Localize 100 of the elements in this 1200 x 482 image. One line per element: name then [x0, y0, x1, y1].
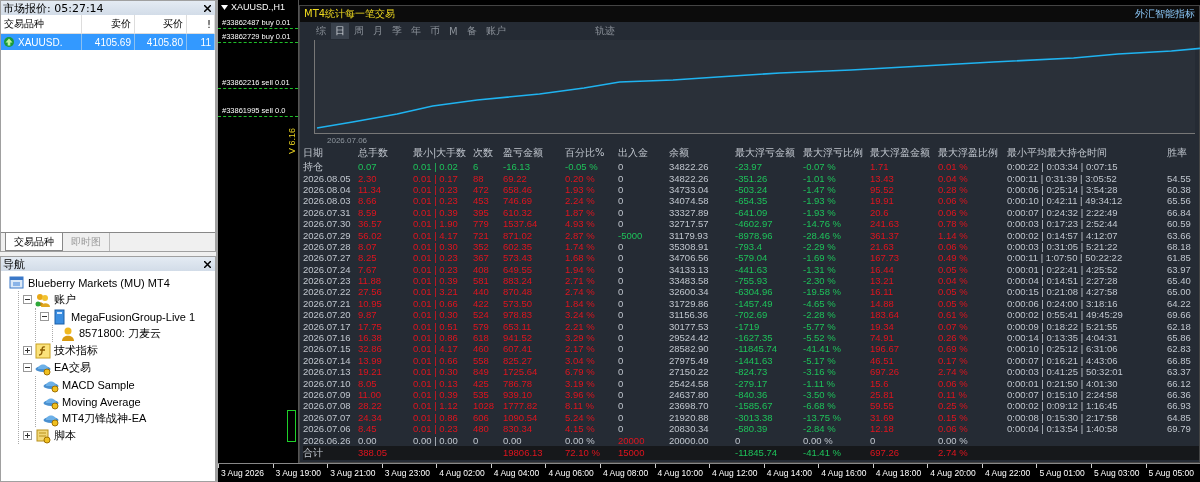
- table-cell-text: 241.63: [870, 218, 901, 230]
- table-cell-text: 524: [473, 309, 490, 321]
- table-cell-text: -840.36: [735, 389, 769, 400]
- table-cell-text: 653.11: [503, 320, 533, 332]
- table-cell-text: -41.41 %: [803, 447, 843, 459]
- table-cell-text: 0: [618, 377, 625, 389]
- table-cell-text: 7.67: [358, 263, 378, 275]
- period-button[interactable]: 综: [312, 23, 330, 39]
- table-cell-text: 0.01 | 4.17: [413, 229, 459, 241]
- table-cell-text: 30177.53: [669, 320, 710, 332]
- table-cell-text: 13.99: [358, 354, 383, 366]
- table-cell-text: 183.64: [870, 309, 901, 321]
- period-button[interactable]: 年: [407, 23, 425, 39]
- table-cell-text: 425: [473, 377, 490, 389]
- column-header[interactable]: !: [187, 15, 215, 33]
- date-cell-text: 2026.07.15: [303, 343, 352, 355]
- period-button[interactable]: 币: [426, 23, 444, 39]
- date-cell-text: 2026.07.22: [303, 286, 352, 298]
- candle: [287, 410, 296, 442]
- column-header[interactable]: 交易品种: [1, 15, 82, 33]
- period-button[interactable]: 账户: [481, 23, 510, 39]
- table-cell-text: 12.18: [870, 423, 895, 435]
- collapse-icon[interactable]: [23, 363, 32, 372]
- table-cell-text: -2.28 %: [803, 309, 837, 321]
- table-cell-text: 56.02: [358, 229, 383, 241]
- axis-label: 4 Aug 08:00: [602, 468, 649, 479]
- tree-item[interactable]: 脚本: [54, 428, 76, 443]
- period-button[interactable]: M: [445, 24, 462, 38]
- date-cell-text: 2026.07.23: [303, 275, 352, 287]
- table-cell-text: 0.25 %: [938, 400, 969, 412]
- table-cell-text: 1.94 %: [565, 263, 596, 275]
- tree-item[interactable]: 账户: [54, 292, 76, 307]
- track-button[interactable]: 轨迹: [590, 23, 619, 39]
- table-cell-text: 871.02: [503, 229, 534, 241]
- tree-item[interactable]: Blueberry Markets (MU) MT4: [28, 276, 170, 289]
- table-cell-text: 883.24: [503, 275, 534, 287]
- tab[interactable]: 交易品种: [5, 233, 63, 251]
- axis-label: 4 Aug 18:00: [875, 468, 922, 479]
- tree-item[interactable]: MACD Sample: [62, 378, 135, 391]
- table-cell-text: 0: [618, 297, 625, 309]
- table-cell-text: -1457.49: [735, 297, 774, 309]
- table-cell-text: 19.34: [870, 320, 895, 332]
- column-header: 胜率: [1167, 146, 1188, 160]
- table-cell-text: 16.38: [358, 332, 383, 344]
- chart-tab[interactable]: XAUUSD.,H1: [218, 0, 298, 14]
- panel-title: 导航: [3, 256, 25, 272]
- period-button[interactable]: 月: [369, 23, 387, 39]
- table-cell-text: 0.11 %: [938, 389, 968, 400]
- table-cell-text: 395: [473, 206, 490, 218]
- close-icon[interactable]: [204, 4, 211, 12]
- table-cell-text: 0.15 %: [938, 411, 969, 423]
- period-button[interactable]: 日: [331, 23, 349, 39]
- table-cell-text: 618: [473, 332, 490, 344]
- collapse-icon[interactable]: [23, 295, 32, 304]
- table-cell-text: 0.01 | 0.39: [413, 206, 459, 218]
- column-header[interactable]: 卖价: [82, 15, 135, 33]
- tree-item[interactable]: 8571800: 刀麦云: [79, 326, 161, 341]
- tree-item[interactable]: MT4刀锋战神-EA: [62, 411, 147, 426]
- tree-item[interactable]: Moving Average: [62, 395, 141, 408]
- table-cell-text: -14.76 %: [803, 218, 843, 230]
- table-cell-text: 63.66: [1167, 229, 1192, 241]
- table-cell-text: 34733.04: [669, 183, 710, 195]
- table-cell-text: 32.86: [358, 343, 383, 355]
- table-cell-text: 0.07: [358, 161, 378, 173]
- column-header: 最小|大手数: [413, 146, 468, 160]
- table-cell-text: -351.26: [735, 172, 769, 184]
- expand-icon[interactable]: [23, 431, 32, 440]
- tree-item[interactable]: MegaFusionGroup-Live 1: [71, 310, 196, 323]
- collapse-icon[interactable]: [40, 312, 49, 321]
- table-cell-text: 61.85: [1167, 252, 1192, 264]
- table-cell-text: -41.41 %: [803, 343, 843, 355]
- table-cell-text: 6: [473, 161, 480, 173]
- axis-label: 4 Aug 10:00: [657, 468, 703, 479]
- period-button[interactable]: 季: [388, 23, 406, 39]
- table-cell-text: 34822.26: [669, 172, 710, 184]
- table-cell-text: -702.69: [735, 309, 769, 321]
- tree-item[interactable]: 技术指标: [54, 343, 98, 358]
- table-cell-text: 2.21 %: [565, 320, 596, 332]
- version-label: V 6.16: [287, 128, 297, 155]
- table-cell-text: 573.50: [503, 297, 534, 309]
- axis-label: 4 Aug 22:00: [984, 468, 1031, 479]
- table-cell-text: 62.18: [1167, 320, 1192, 332]
- close-icon[interactable]: [204, 260, 211, 268]
- table-cell-text: -3013.38: [735, 411, 774, 423]
- period-button[interactable]: 周: [350, 23, 368, 39]
- period-button[interactable]: 备: [462, 23, 481, 39]
- table-cell-text: 16.11: [870, 286, 895, 298]
- column-header[interactable]: 买价: [135, 15, 187, 33]
- table-cell-text: 13.43: [870, 172, 895, 184]
- table-cell-text: 65.56: [1167, 195, 1192, 207]
- tree-item[interactable]: EA交易: [54, 360, 91, 375]
- table-cell-text: 0: [618, 332, 625, 344]
- table-cell-text: 352: [473, 240, 490, 252]
- table-cell-text: 0.01 | 0.23: [413, 252, 459, 264]
- table-cell-text: 1725.64: [503, 366, 539, 378]
- ask-price: 4105.80: [135, 34, 187, 50]
- table-cell-text: 11.88: [358, 275, 383, 287]
- expand-icon[interactable]: [23, 346, 32, 355]
- table-cell-text: -1.69 %: [803, 252, 837, 264]
- table-cell-text: 0.01 | 0.23: [413, 183, 459, 195]
